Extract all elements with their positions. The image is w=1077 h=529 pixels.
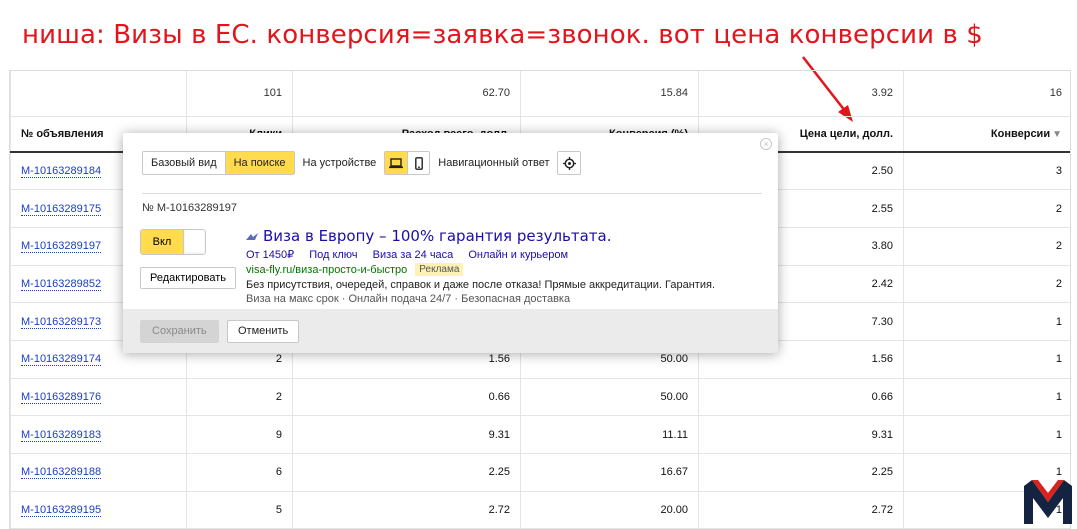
ad-id-link[interactable]: M-10163289174 [21, 353, 102, 367]
ad-number: № M-10163289197 [142, 202, 237, 214]
ad-id-link[interactable]: M-10163289184 [21, 165, 102, 179]
totals-row: 101 62.70 15.84 3.92 16 [10, 71, 1070, 117]
conversions-cell: 2 [903, 265, 1070, 304]
ad-id-link[interactable]: M-10163289852 [21, 277, 102, 291]
sitelink[interactable]: Под ключ [309, 249, 357, 261]
column-header-conversions[interactable]: Конверсии ▼ [903, 116, 1070, 153]
conversion-rate-cell: 20.00 [520, 491, 699, 529]
on-device-label: На устройстве [302, 157, 377, 169]
goal-price-cell: 0.66 [698, 378, 904, 417]
view-controls: Базовый вид На поиске На устройстве Нави… [142, 151, 582, 175]
view-mode-segment: Базовый вид На поиске [142, 151, 295, 175]
ad-badge: Реклама [415, 263, 464, 276]
ad-number-cell: M-10163289195 [10, 491, 187, 529]
ad-number-cell: M-10163289183 [10, 415, 187, 454]
toggle-knob[interactable] [183, 230, 205, 254]
table-row: M-10163289176 2 0.66 50.00 0.66 1 [10, 378, 1070, 417]
conversions-cell: 2 [903, 227, 1070, 266]
ad-number-cell: M-10163289188 [10, 453, 187, 492]
nav-answer-label: Навигационный ответ [438, 157, 550, 169]
goal-price-cell: 9.31 [698, 415, 904, 454]
ad-id-link[interactable]: M-10163289175 [21, 202, 102, 216]
ad-url[interactable]: visa-fly.ru/виза-просто-и-быстро [246, 264, 407, 276]
column-header-conversions-label: Конверсии [990, 127, 1051, 140]
ad-id-link[interactable]: M-10163289195 [21, 504, 102, 518]
totals-cell: 3.92 [698, 71, 904, 117]
view-basic-button[interactable]: Базовый вид [143, 152, 225, 174]
ad-title-row: Виза в Европу – 100% гарантия результата… [246, 227, 766, 245]
close-icon[interactable]: × [760, 138, 772, 150]
totals-cell: 16 [903, 71, 1070, 117]
totals-cell: 15.84 [520, 71, 699, 117]
conversions-cell: 1 [903, 378, 1070, 417]
mobile-icon[interactable] [407, 152, 429, 174]
spend-cell: 9.31 [292, 415, 521, 454]
ad-number-cell: M-10163289176 [10, 378, 187, 417]
triangle-down-icon[interactable]: ▼ [1052, 129, 1062, 140]
cancel-button[interactable]: Отменить [227, 320, 300, 343]
conversion-rate-cell: 16.67 [520, 453, 699, 492]
spend-cell: 2.72 [292, 491, 521, 529]
brand-logo-icon [1024, 480, 1072, 524]
ad-id-link[interactable]: M-10163289188 [21, 466, 102, 480]
toggle-label: Вкл [141, 230, 183, 254]
conversions-cell: 3 [903, 152, 1070, 191]
ad-body-text: Без присутствия, очередей, справок и даж… [246, 279, 715, 291]
table-row: M-10163289195 5 2.72 20.00 2.72 1 [10, 491, 1070, 529]
clicks-cell: 6 [186, 453, 293, 492]
ad-id-link[interactable]: M-10163289183 [21, 428, 102, 442]
conversions-cell: 1 [903, 415, 1070, 454]
goal-price-cell: 2.72 [698, 491, 904, 529]
edit-button[interactable]: Редактировать [140, 267, 236, 289]
clicks-cell: 5 [186, 491, 293, 529]
spend-cell: 0.66 [292, 378, 521, 417]
popup-footer: Сохранить Отменить [123, 309, 778, 353]
totals-cell: 101 [186, 71, 293, 117]
ad-preview-popup: × Базовый вид На поиске На устройстве На… [123, 133, 778, 353]
favicon-icon [246, 227, 258, 245]
ad-id-link[interactable]: M-10163289173 [21, 315, 102, 329]
totals-cell [10, 71, 187, 117]
desktop-icon[interactable] [385, 152, 408, 174]
target-icon[interactable] [557, 151, 582, 175]
ad-id-link[interactable]: M-10163289176 [21, 390, 102, 404]
save-button[interactable]: Сохранить [140, 320, 219, 343]
ad-title-link[interactable]: Виза в Европу – 100% гарантия результата… [263, 227, 612, 245]
clicks-cell: 2 [186, 378, 293, 417]
ad-id-link[interactable]: M-10163289197 [21, 240, 102, 254]
view-search-button[interactable]: На поиске [224, 152, 294, 174]
sitelink[interactable]: Виза за 24 часа [373, 249, 454, 261]
sitelink[interactable]: От 1450₽ [246, 249, 294, 261]
clicks-cell: 9 [186, 415, 293, 454]
ad-preview: Виза в Европу – 100% гарантия результата… [246, 227, 766, 305]
ad-toggle[interactable]: Вкл [140, 229, 206, 255]
sitelink[interactable]: Онлайн и курьером [468, 249, 568, 261]
ad-callouts: Виза на макс срок · Онлайн подача 24/7 ·… [246, 293, 571, 305]
table-row: M-10163289183 9 9.31 11.11 9.31 1 [10, 415, 1070, 454]
divider [142, 193, 762, 194]
conversions-cell: 1 [903, 302, 1070, 341]
goal-price-cell: 2.25 [698, 453, 904, 492]
totals-cell: 62.70 [292, 71, 521, 117]
ad-url-row: visa-fly.ru/виза-просто-и-быстро Реклама [246, 263, 766, 276]
conversion-rate-cell: 11.11 [520, 415, 699, 454]
ad-sitelinks: От 1450₽ Под ключ Виза за 24 часа Онлайн… [246, 248, 766, 261]
conversions-cell: 1 [903, 340, 1070, 379]
conversion-rate-cell: 50.00 [520, 378, 699, 417]
device-segment [384, 151, 431, 175]
annotation-text: ниша: Визы в ЕС. конверсия=заявка=звонок… [22, 20, 983, 50]
spend-cell: 2.25 [292, 453, 521, 492]
table-row: M-10163289188 6 2.25 16.67 2.25 1 [10, 453, 1070, 492]
conversions-cell: 2 [903, 189, 1070, 228]
